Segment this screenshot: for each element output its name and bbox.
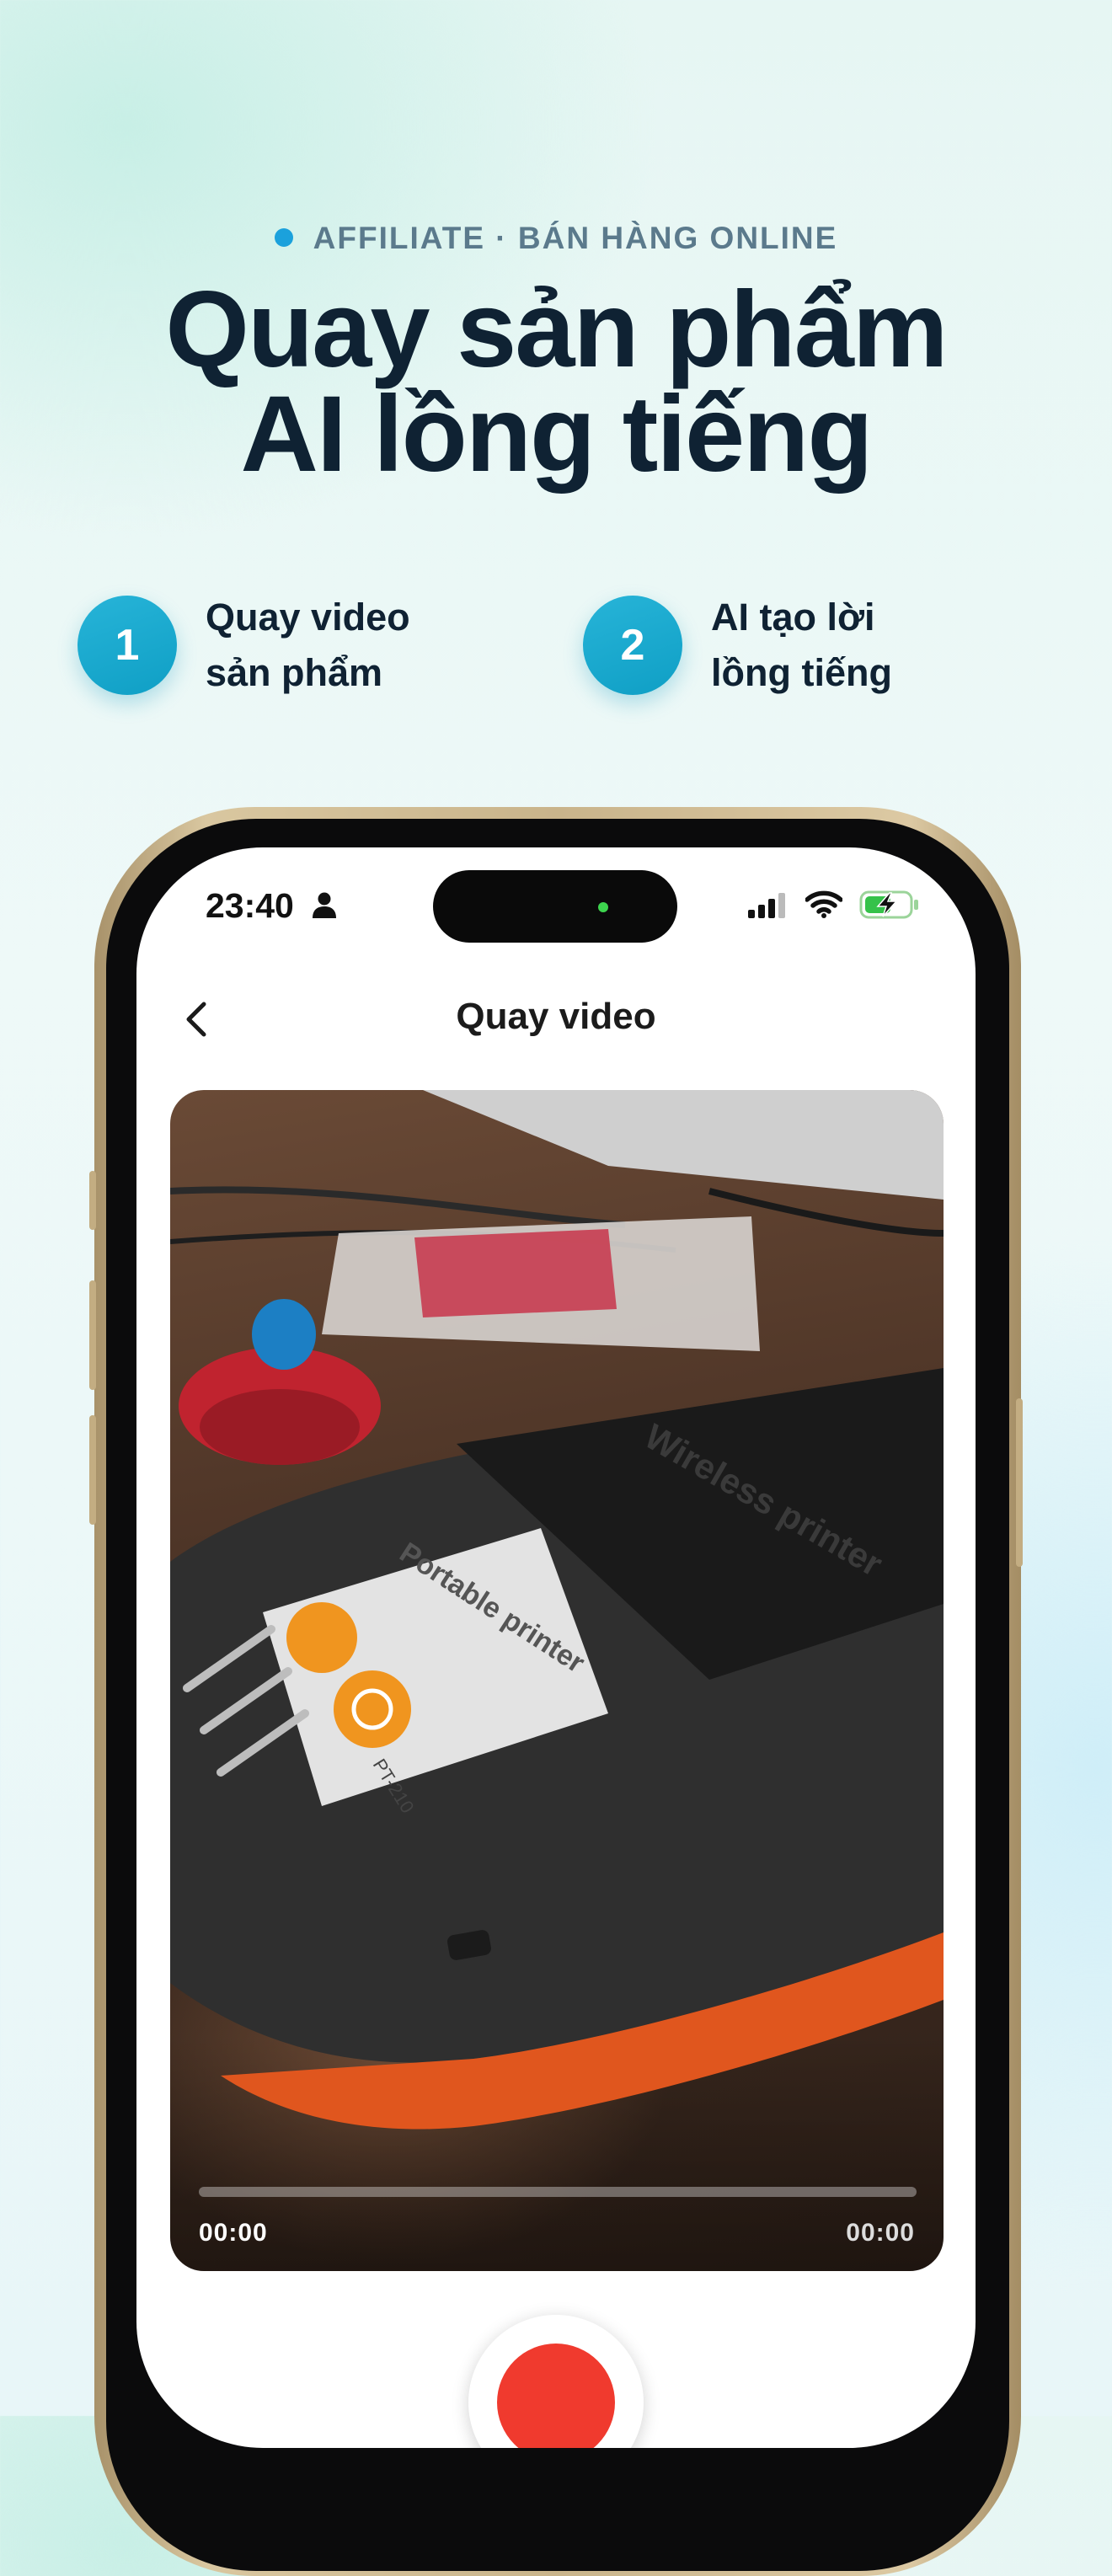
printer-feed-button <box>286 1602 357 1673</box>
step-2-number: 2 <box>583 596 682 695</box>
step-1-line-2: sản phẩm <box>206 651 383 694</box>
status-time: 23:40 <box>206 886 294 925</box>
page-title: Quay video <box>456 996 656 1037</box>
duration-time: 00:00 <box>846 2219 915 2247</box>
toy-blue-cap <box>252 1299 316 1370</box>
tagline-dot <box>274 228 293 248</box>
elapsed-time: 00:00 <box>199 2219 268 2247</box>
camera-preview: Portable printer PT-210 Wireless printer… <box>170 1090 944 2271</box>
video-progress-bar[interactable] <box>199 2187 917 2197</box>
camera-scene: Portable printer PT-210 Wireless printer <box>170 1090 944 2130</box>
dynamic-island <box>433 870 677 943</box>
step-1-number: 1 <box>78 596 177 695</box>
printer-power-button <box>334 1670 411 1748</box>
tagline-text: AFFILIATE · BÁN HÀNG ONLINE <box>313 221 838 255</box>
power-button <box>1016 1398 1023 1567</box>
cable-1 <box>170 1186 626 1228</box>
headline: Quay sản phẩm AI lồng tiếng <box>0 270 1112 494</box>
toy-base <box>200 1389 360 1465</box>
step-1-text: Quay video sản phẩm <box>206 590 410 701</box>
signal-icon <box>748 893 785 918</box>
person-icon <box>313 892 336 918</box>
step-2-line-1: AI tạo lời <box>711 596 875 639</box>
record-button-inner <box>497 2344 615 2448</box>
step-1: 1 Quay video sản phẩm <box>78 590 410 701</box>
step-2-line-2: lồng tiếng <box>711 651 892 694</box>
action-button <box>89 1171 96 1230</box>
bag-contents <box>414 1229 617 1317</box>
monitor-edge <box>423 1090 944 1200</box>
wifi-icon <box>805 890 842 918</box>
step-1-line-1: Quay video <box>206 596 410 639</box>
record-button[interactable] <box>468 2315 644 2448</box>
phone-screen: 23:40 Quay video Portable printer PT-210… <box>136 847 976 2448</box>
headline-line-1: Quay sản phẩm <box>165 270 948 390</box>
step-2-text: AI tạo lời lồng tiếng <box>711 590 892 701</box>
tagline: AFFILIATE · BÁN HÀNG ONLINE <box>0 221 1112 256</box>
headline-line-2: AI lồng tiếng <box>240 374 874 494</box>
camera-indicator-dot <box>598 902 608 912</box>
volume-down-button <box>89 1415 96 1525</box>
volume-up-button <box>89 1280 96 1390</box>
step-2: 2 AI tạo lời lồng tiếng <box>583 590 892 701</box>
battery-charging-icon <box>859 890 918 919</box>
